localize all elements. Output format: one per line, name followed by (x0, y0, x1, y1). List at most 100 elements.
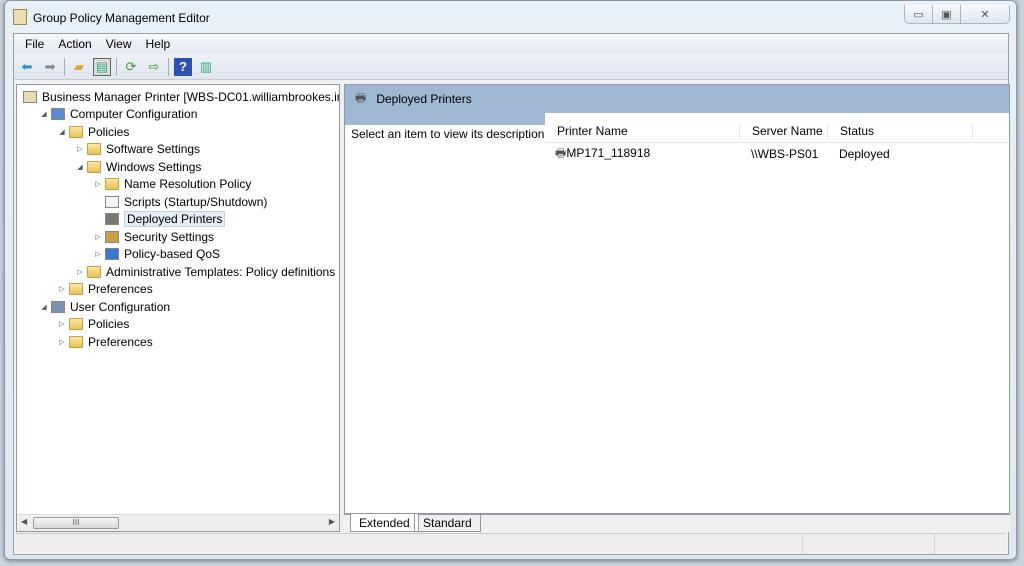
tree-item-label: Policy-based QoS (124, 247, 221, 261)
scroll-right-icon[interactable]: ▶ (329, 517, 335, 526)
tree-item-label: Software Settings (106, 142, 201, 156)
tree-item-label: Scripts (Startup/Shutdown) (124, 194, 268, 209)
folder-icon (69, 125, 83, 138)
collapse-arrow-icon[interactable]: ◢ (39, 110, 49, 118)
expand-arrow-icon[interactable]: ▷ (75, 268, 85, 276)
menu-bar: File Action View Help (14, 34, 1008, 54)
collapse-arrow-icon[interactable]: ◢ (57, 128, 67, 136)
status: Deployed (839, 147, 890, 161)
printer-table: Printer Name Server Name Status 🖶MP171_1… (545, 119, 1009, 165)
folder-icon (87, 265, 101, 278)
tree-item[interactable]: ◢ User Configuration (39, 298, 170, 315)
window-title: Group Policy Management Editor (33, 11, 210, 25)
tree-item[interactable]: ▷ Security Settings (93, 228, 214, 245)
up-folder-icon[interactable]: ▰ (70, 58, 88, 76)
tree-item-label: Security Settings (124, 229, 215, 244)
folder-icon (69, 318, 83, 330)
tree-item-label: Business Manager Printer [WBS-DC01.willi… (42, 89, 339, 104)
tree-item-label: Administrative Templates: Policy definit… (106, 264, 339, 279)
tree-item-label: User Configuration (70, 299, 171, 314)
collapse-arrow-icon[interactable]: ◢ (39, 303, 49, 311)
tree-item-label: Preferences (88, 334, 153, 349)
back-icon[interactable]: ⬅ (18, 58, 36, 76)
printer-icon: 🖶 (355, 90, 367, 105)
tree-item[interactable]: ▷ Policies (57, 316, 129, 333)
tree-item[interactable]: ◢ Windows Settings (75, 158, 201, 175)
maximize-button[interactable]: ▣ (933, 5, 961, 23)
forward-icon[interactable]: ➡ (41, 58, 59, 76)
tree-item[interactable]: Scripts (Startup/Shutdown) (93, 193, 267, 210)
tree-item[interactable]: ◢ Computer Configuration (39, 106, 197, 123)
help-icon[interactable]: ? (174, 57, 192, 76)
server-name: \\WBS-PS01 (751, 147, 819, 161)
expand-arrow-icon[interactable]: ▷ (93, 233, 103, 241)
tree-item[interactable]: Business Manager Printer [WBS-DC01.willi… (21, 88, 339, 105)
expand-arrow-icon[interactable]: ▷ (93, 180, 103, 188)
tree-pane: Business Manager Printer [WBS-DC01.willi… (16, 84, 340, 532)
description-text: Select an item to view its description. (351, 127, 548, 141)
scroll-left-icon[interactable]: ◀ (21, 517, 27, 526)
security-icon (105, 230, 119, 243)
expand-arrow-icon[interactable]: ▷ (57, 285, 67, 293)
tree-item-label: Computer Configuration (70, 107, 198, 121)
app-icon (13, 9, 27, 25)
column-header-printer-name[interactable]: Printer Name (545, 124, 739, 138)
tab-extended[interactable]: Extended (350, 514, 419, 532)
tree-item-label: Name Resolution Policy (124, 177, 252, 191)
pane-header: 🖶 Deployed Printers (345, 85, 1009, 113)
menu-file[interactable]: File (18, 34, 51, 54)
tree-item-label: Windows Settings (106, 159, 202, 174)
printer-icon (105, 213, 119, 225)
tab-standard[interactable]: Standard (414, 514, 481, 532)
console-tree: Business Manager Printer [WBS-DC01.willi… (17, 85, 339, 513)
column-header-status[interactable]: Status (827, 123, 973, 138)
tree-item-label: Deployed Printers (124, 211, 226, 227)
chart-icon (105, 248, 119, 260)
expand-arrow-icon[interactable]: ▷ (93, 250, 103, 258)
collapse-arrow-icon[interactable]: ◢ (75, 163, 85, 171)
column-header-server-name[interactable]: Server Name (739, 123, 827, 138)
tree-item[interactable]: ▷ Name Resolution Policy (93, 176, 251, 193)
tree-item[interactable]: ◢ Policies (57, 123, 129, 140)
status-bar (16, 533, 1006, 554)
pane-title: Deployed Printers (376, 92, 472, 106)
horizontal-scrollbar[interactable]: ◀ III ▶ (17, 514, 339, 531)
expand-arrow-icon[interactable]: ▷ (57, 320, 67, 328)
menu-view[interactable]: View (99, 34, 139, 54)
tree-item[interactable]: ▷ Preferences (57, 281, 152, 298)
menu-action[interactable]: Action (51, 34, 98, 54)
show-hide-tree-icon[interactable]: ▤ (93, 57, 111, 76)
gpo-icon (23, 90, 37, 103)
close-button[interactable]: ✕ (961, 5, 1009, 23)
folder-icon (105, 178, 119, 190)
separator (64, 57, 65, 76)
table-row[interactable]: 🖶MP171_118918 \\WBS-PS01 Deployed (545, 143, 1009, 165)
folder-icon (69, 335, 83, 348)
tree-item[interactable]: ▷ Administrative Templates: Policy defini… (75, 263, 339, 280)
printer-icon: 🖶 (555, 145, 567, 160)
tree-item[interactable]: ▷ Policy-based QoS (93, 246, 220, 263)
computer-icon (51, 108, 65, 120)
minimize-button[interactable]: ▭ (905, 5, 933, 23)
user-icon (51, 300, 65, 313)
expand-arrow-icon[interactable]: ▷ (57, 338, 67, 346)
tree-item-label: Policies (88, 317, 130, 331)
separator (116, 57, 117, 76)
show-action-pane-icon[interactable]: ▥ (197, 58, 215, 76)
folder-icon (87, 143, 101, 155)
folder-icon (87, 160, 101, 173)
printer-name: MP171_118918 (566, 145, 651, 160)
menu-help[interactable]: Help (139, 34, 178, 54)
separator (168, 57, 169, 76)
tree-item[interactable]: ▷ Preferences (57, 333, 153, 350)
tree-item-label: Policies (88, 124, 130, 139)
expand-arrow-icon[interactable]: ▷ (75, 145, 85, 153)
folder-icon (69, 283, 83, 295)
tree-item[interactable]: ▷ Software Settings (75, 141, 200, 158)
details-pane: 🖶 Deployed Printers Select an item to vie… (344, 84, 1010, 514)
tree-item[interactable]: Deployed Printers (93, 211, 226, 228)
refresh-icon[interactable]: ⟳ (122, 58, 140, 76)
export-list-icon[interactable]: ⇨ (145, 58, 163, 76)
window: Group Policy Management Editor ▭ ▣ ✕ Fil… (4, 0, 1017, 560)
scrollbar-thumb[interactable]: III (33, 517, 119, 529)
